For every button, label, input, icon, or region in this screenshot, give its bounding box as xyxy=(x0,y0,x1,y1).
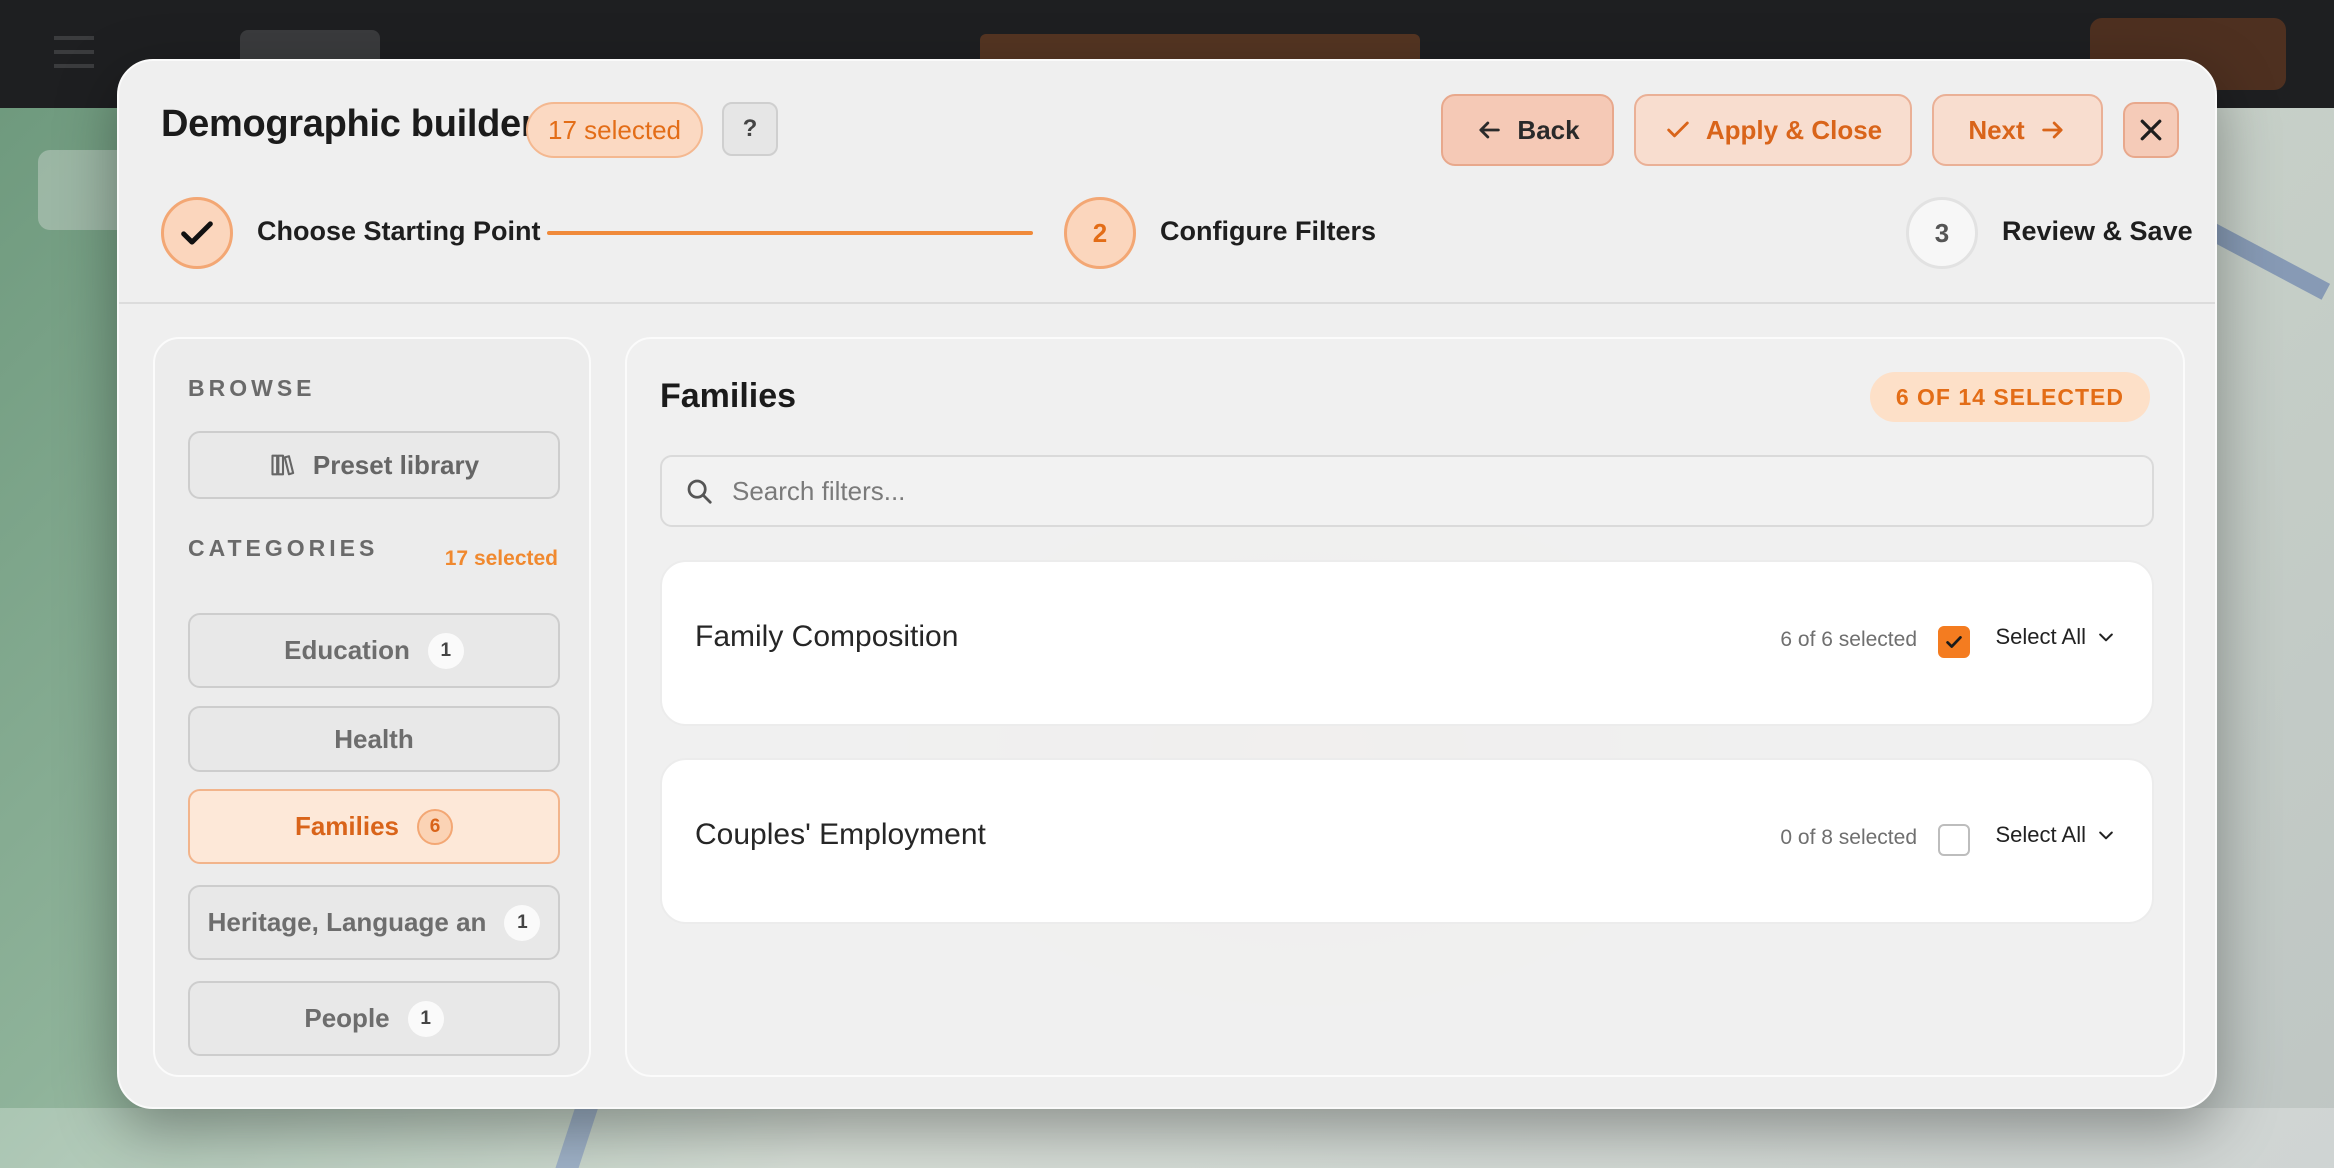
select-all-toggle[interactable]: Select All xyxy=(1996,624,2117,650)
browse-sidebar: BROWSE Preset library CATEGORIES 17 sele… xyxy=(153,337,591,1077)
filter-group-title: Family Composition xyxy=(695,620,959,653)
preset-library-button[interactable]: Preset library xyxy=(188,431,560,499)
category-label: Health xyxy=(334,723,414,754)
step-2-indicator[interactable]: 2 xyxy=(1064,197,1136,269)
category-count-badge: 6 xyxy=(417,808,454,845)
filter-group-count: 6 of 6 selected xyxy=(1780,628,1917,651)
check-icon xyxy=(1946,636,1962,648)
demographic-builder-dialog: Demographic builder 17 selected ? Back A… xyxy=(117,59,2217,1109)
back-button-label: Back xyxy=(1517,114,1580,145)
background-menu-icon xyxy=(54,36,94,68)
browse-heading: BROWSE xyxy=(188,375,316,401)
apply-close-button[interactable]: Apply & Close xyxy=(1634,94,1912,166)
close-icon xyxy=(2140,119,2162,141)
select-all-checkbox[interactable] xyxy=(1938,824,1970,856)
filter-group-title: Couples' Employment xyxy=(695,818,986,851)
step-3-indicator[interactable]: 3 xyxy=(1906,197,1978,269)
step-1-label[interactable]: Choose Starting Point xyxy=(257,216,541,247)
category-count-badge: 1 xyxy=(427,632,464,669)
select-all-label: Select All xyxy=(1995,822,2087,847)
category-label: Families xyxy=(294,811,400,841)
next-button-label: Next xyxy=(1968,114,2025,145)
category-people[interactable]: People 1 xyxy=(188,981,560,1056)
step-2-label[interactable]: Configure Filters xyxy=(1160,216,1376,247)
filter-group-couples-employment[interactable]: Couples' Employment 0 of 8 selected Sele… xyxy=(660,758,2154,924)
search-field[interactable] xyxy=(660,455,2154,527)
chevron-down-icon xyxy=(2099,633,2113,642)
next-button[interactable]: Next xyxy=(1932,94,2103,166)
select-all-checkbox[interactable] xyxy=(1938,626,1970,658)
categories-heading: CATEGORIES xyxy=(188,535,379,561)
back-button[interactable]: Back xyxy=(1441,94,1614,166)
background-map-footer xyxy=(0,1108,2334,1168)
arrow-left-icon xyxy=(1479,121,1501,139)
categories-selected-count: 17 selected xyxy=(444,547,558,570)
category-count-badge: 1 xyxy=(504,904,541,941)
apply-close-label: Apply & Close xyxy=(1705,114,1883,145)
category-heritage-language[interactable]: Heritage, Language an 1 xyxy=(188,885,560,960)
category-count-badge: 1 xyxy=(407,1000,444,1037)
selected-count-badge: 17 selected xyxy=(526,102,703,158)
category-families[interactable]: Families 6 xyxy=(188,789,560,864)
category-education[interactable]: Education 1 xyxy=(188,613,560,688)
chevron-down-icon xyxy=(2099,831,2113,840)
search-input[interactable] xyxy=(732,475,2130,507)
category-label: People xyxy=(304,1003,390,1033)
category-label: Education xyxy=(284,635,410,665)
select-all-toggle[interactable]: Select All xyxy=(1996,822,2117,848)
books-icon xyxy=(271,454,295,476)
filters-selected-badge: 6 OF 14 SELECTED xyxy=(1869,372,2150,422)
search-icon xyxy=(687,479,712,504)
close-button[interactable] xyxy=(2123,102,2179,158)
filter-group-family-composition[interactable]: Family Composition 6 of 6 selected Selec… xyxy=(660,560,2154,726)
select-all-label: Select All xyxy=(1995,624,2087,649)
category-label: Heritage, Language an xyxy=(207,907,487,937)
stepper-progress-line xyxy=(547,231,1033,235)
step-1-indicator[interactable] xyxy=(161,197,233,269)
header-divider xyxy=(119,302,2215,304)
dialog-title: Demographic builder xyxy=(161,103,536,145)
check-icon xyxy=(181,221,213,245)
help-button[interactable]: ? xyxy=(722,102,778,156)
check-icon xyxy=(1667,121,1689,138)
arrow-right-icon xyxy=(2041,121,2063,139)
step-3-label[interactable]: Review & Save xyxy=(2002,216,2193,247)
filter-group-count: 0 of 8 selected xyxy=(1780,826,1917,849)
category-title: Families xyxy=(660,377,797,415)
preset-library-label: Preset library xyxy=(312,449,480,480)
category-health[interactable]: Health xyxy=(188,706,560,772)
filters-panel: Families 6 OF 14 SELECTED Family Composi… xyxy=(625,337,2185,1077)
